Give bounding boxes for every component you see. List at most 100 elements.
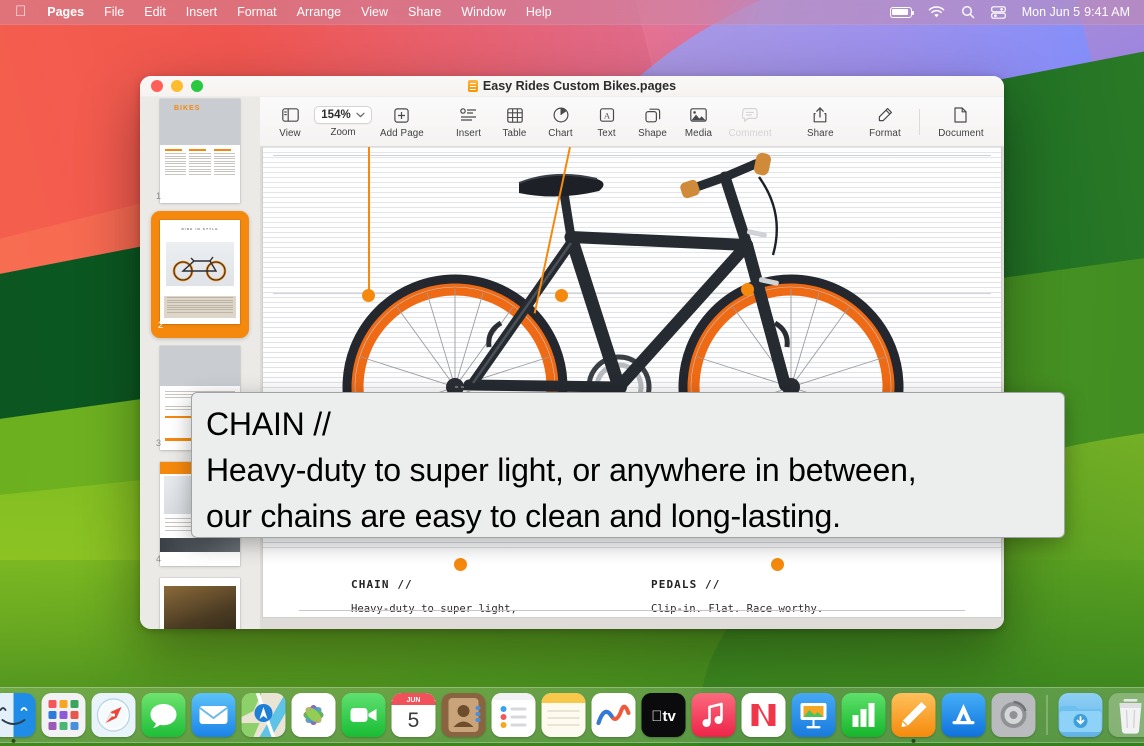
chain-bullet-dot bbox=[454, 558, 467, 571]
menu-item-edit[interactable]: Edit bbox=[134, 5, 176, 19]
insert-button[interactable]: Insert bbox=[447, 105, 491, 139]
menu-item-arrange[interactable]: Arrange bbox=[287, 5, 351, 19]
thumbnail-number-3: 3 bbox=[156, 438, 161, 448]
zoom-control[interactable]: 154% Zoom bbox=[314, 106, 372, 138]
search-icon[interactable] bbox=[953, 5, 983, 19]
dock-item-pages[interactable] bbox=[892, 693, 936, 737]
add-page-button[interactable]: Add Page bbox=[374, 105, 430, 139]
zoom-button[interactable] bbox=[191, 80, 203, 92]
freeform-icon[interactable] bbox=[592, 693, 636, 737]
text-column-pedals[interactable]: PEDALS // Clip-in. Flat. Race worthy. Me… bbox=[651, 578, 891, 617]
zoom-value: 154% bbox=[321, 109, 350, 121]
notes-icon[interactable] bbox=[542, 693, 586, 737]
maps-icon[interactable] bbox=[242, 693, 286, 737]
calendar-icon[interactable]: JUN 5 bbox=[392, 693, 436, 737]
pages-dock-icon[interactable] bbox=[892, 693, 936, 737]
menu-item-view[interactable]: View bbox=[351, 5, 398, 19]
insert-icon bbox=[460, 106, 477, 125]
wifi-icon[interactable] bbox=[920, 6, 953, 19]
menu-item-pages[interactable]: Pages bbox=[37, 5, 94, 19]
page-thumbnail-5[interactable]: METAL WORKS bbox=[160, 578, 240, 629]
news-icon[interactable] bbox=[742, 693, 786, 737]
pedals-heading: PEDALS // bbox=[651, 578, 891, 591]
apple-logo-icon[interactable]:  bbox=[8, 4, 37, 21]
dock-item-finder[interactable] bbox=[0, 693, 36, 737]
pages-toolbar: View 154% Zoom Add Page bbox=[260, 97, 1004, 147]
thumbnail-row-5[interactable]: METAL WORKS 5 bbox=[140, 572, 260, 629]
menu-bar:  Pages File Edit Insert Format Arrange … bbox=[0, 0, 1144, 25]
callout-dot-handlebar[interactable] bbox=[741, 283, 754, 296]
pages-document-icon bbox=[468, 80, 478, 92]
zoom-label: Zoom bbox=[330, 127, 355, 138]
menubar-time[interactable]: 9:41 AM bbox=[1084, 5, 1134, 19]
menu-item-help[interactable]: Help bbox=[516, 5, 562, 19]
document-button[interactable]: Document bbox=[932, 105, 990, 139]
sidebar-icon bbox=[282, 106, 299, 125]
shape-label: Shape bbox=[638, 128, 667, 139]
callout-dot-saddle[interactable] bbox=[555, 289, 568, 302]
control-center-icon[interactable] bbox=[983, 6, 1014, 19]
contacts-icon[interactable] bbox=[442, 693, 486, 737]
document-canvas[interactable]: CHAIN // Heavy-duty to super light, or a… bbox=[260, 147, 1004, 629]
dock: JUN 5 bbox=[0, 687, 1144, 743]
minimize-button[interactable] bbox=[171, 80, 183, 92]
chart-icon bbox=[553, 106, 569, 125]
page-thumbnail-1[interactable]: BIKES bbox=[160, 99, 240, 203]
comment-button[interactable]: Comment bbox=[723, 105, 778, 139]
page-thumbnails-sidebar[interactable]: BIKES 1 bbox=[140, 97, 260, 629]
system-settings-icon[interactable] bbox=[992, 693, 1036, 737]
comment-label: Comment bbox=[729, 128, 772, 139]
document-text-columns[interactable]: CHAIN // Heavy-duty to super light, or a… bbox=[263, 550, 1001, 617]
keynote-icon[interactable] bbox=[792, 693, 836, 737]
battery-icon[interactable] bbox=[882, 7, 920, 18]
menu-item-file[interactable]: File bbox=[94, 5, 134, 19]
menu-item-insert[interactable]: Insert bbox=[176, 5, 227, 19]
app-store-icon[interactable] bbox=[942, 693, 986, 737]
messages-icon[interactable] bbox=[142, 693, 186, 737]
calendar-day-text: 5 bbox=[408, 709, 420, 732]
document-page[interactable]: CHAIN // Heavy-duty to super light, or a… bbox=[263, 147, 1001, 617]
music-icon[interactable] bbox=[692, 693, 736, 737]
facetime-icon[interactable] bbox=[342, 693, 386, 737]
table-button[interactable]: Table bbox=[493, 105, 537, 139]
photos-icon[interactable] bbox=[292, 693, 336, 737]
thumbnail-number-1: 1 bbox=[156, 191, 161, 201]
text-column-chain[interactable]: CHAIN // Heavy-duty to super light, or a… bbox=[351, 578, 591, 617]
share-button[interactable]: Share bbox=[794, 105, 846, 139]
menu-item-share[interactable]: Share bbox=[398, 5, 451, 19]
trash-icon[interactable] bbox=[1109, 693, 1144, 737]
table-label: Table bbox=[503, 128, 527, 139]
reminders-icon[interactable] bbox=[492, 693, 536, 737]
downloads-folder-icon[interactable] bbox=[1059, 693, 1103, 737]
menu-item-window[interactable]: Window bbox=[451, 5, 515, 19]
shape-icon bbox=[645, 106, 661, 125]
menubar-date[interactable]: Mon Jun 5 bbox=[1014, 5, 1084, 19]
thumbnail-2-title: RIDE IN STYLE bbox=[160, 227, 240, 231]
close-button[interactable] bbox=[151, 80, 163, 92]
menu-item-format[interactable]: Format bbox=[227, 5, 287, 19]
chevron-down-icon bbox=[356, 112, 365, 118]
media-button[interactable]: Media bbox=[677, 105, 721, 139]
hover-text-line-3: our chains are easy to clean and long-la… bbox=[206, 493, 1050, 539]
launchpad-icon[interactable] bbox=[42, 693, 86, 737]
mail-icon[interactable] bbox=[192, 693, 236, 737]
view-button[interactable]: View bbox=[268, 105, 312, 139]
tv-icon[interactable]: tv bbox=[642, 693, 686, 737]
thumbnail-number-2: 2 bbox=[158, 320, 163, 330]
shape-button[interactable]: Shape bbox=[631, 105, 675, 139]
callout-dot-left-top[interactable] bbox=[362, 289, 375, 302]
media-icon bbox=[690, 106, 707, 125]
chart-button[interactable]: Chart bbox=[539, 105, 583, 139]
thumbnail-row-1[interactable]: BIKES 1 bbox=[140, 97, 260, 209]
format-button[interactable]: Format bbox=[863, 105, 907, 139]
safari-icon[interactable] bbox=[92, 693, 136, 737]
hover-text-line-1: CHAIN // bbox=[206, 401, 1050, 447]
traffic-lights bbox=[140, 80, 203, 92]
finder-icon[interactable] bbox=[0, 693, 36, 737]
page-thumbnail-2[interactable]: RIDE IN STYLE bbox=[160, 220, 240, 324]
text-button[interactable]: A Text bbox=[585, 105, 629, 139]
zoom-popup-button[interactable]: 154% bbox=[314, 106, 371, 124]
thumbnail-row-2[interactable]: RIDE IN STYLE bbox=[140, 209, 260, 340]
hover-text-panel: CHAIN // Heavy-duty to super light, or a… bbox=[191, 392, 1065, 538]
numbers-icon[interactable] bbox=[842, 693, 886, 737]
